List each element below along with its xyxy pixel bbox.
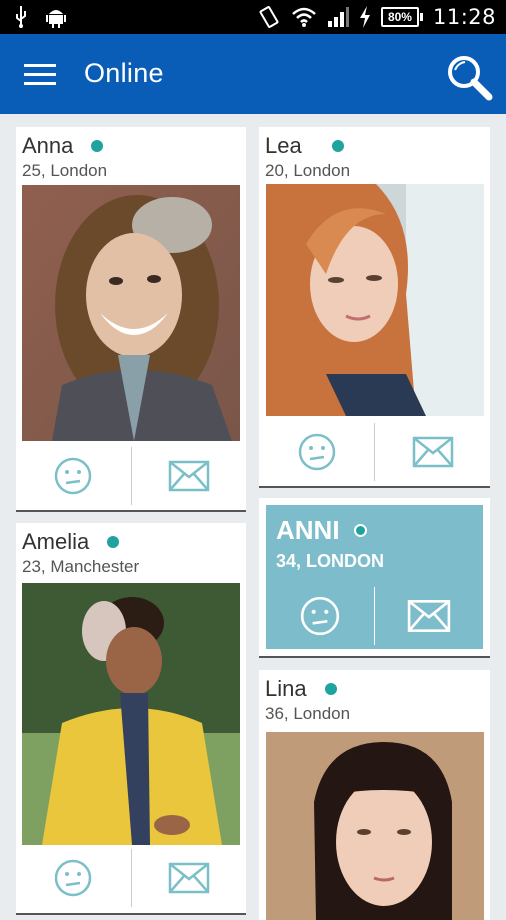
profile-info: 34, LONDON — [276, 551, 385, 571]
profile-name: Lea — [265, 133, 302, 158]
smiley-icon — [300, 596, 340, 636]
profile-photo[interactable] — [266, 732, 484, 920]
profile-photo[interactable] — [22, 185, 240, 441]
profile-actions — [16, 849, 246, 907]
profile-name-row: Lea — [265, 133, 344, 159]
message-button[interactable] — [375, 587, 483, 645]
smiley-icon — [298, 433, 335, 471]
signal-icon — [327, 7, 349, 27]
message-button[interactable] — [132, 447, 247, 505]
vibrate-icon — [259, 6, 279, 28]
profile-photo[interactable] — [22, 583, 240, 845]
clock: 11:28 — [432, 5, 496, 29]
profile-actions — [266, 587, 483, 645]
wink-button[interactable] — [16, 447, 131, 505]
profile-name-row: Anna — [22, 133, 104, 159]
charging-icon — [359, 6, 370, 28]
app-bar: Online — [0, 34, 506, 114]
profile-name: Lina — [265, 676, 307, 701]
profile-card-lina[interactable]: Lina 36, London — [259, 670, 490, 920]
android-icon — [46, 10, 66, 28]
profile-info: 23, Manchester — [22, 557, 140, 576]
envelope-icon — [407, 600, 451, 632]
profile-card-anna[interactable]: Anna 25, London — [16, 127, 246, 510]
profile-name: ANNI — [276, 515, 340, 545]
search-icon[interactable] — [444, 52, 494, 102]
page-title: Online — [84, 58, 164, 88]
online-indicator — [331, 140, 344, 152]
profile-actions — [259, 423, 490, 481]
profile-card-anni[interactable]: ANNI 34, LONDON — [259, 498, 490, 656]
wifi-icon — [292, 7, 316, 27]
smiley-icon — [55, 859, 92, 897]
status-bar: 80% 11:28 — [0, 0, 506, 34]
message-button[interactable] — [375, 423, 490, 481]
wink-button[interactable] — [16, 849, 131, 907]
online-indicator — [324, 683, 337, 695]
battery-level: 80% — [380, 7, 419, 27]
wink-button[interactable] — [266, 587, 374, 645]
menu-icon[interactable] — [24, 64, 56, 86]
profile-name-row: ANNI — [276, 515, 367, 546]
online-indicator — [107, 536, 120, 548]
envelope-icon — [412, 436, 453, 468]
wink-button[interactable] — [259, 423, 374, 481]
profile-name-row: Lina — [265, 676, 337, 702]
battery-indicator: 80% — [380, 7, 423, 27]
profile-photo[interactable] — [266, 184, 484, 416]
envelope-icon — [168, 862, 209, 894]
message-button[interactable] — [132, 849, 247, 907]
profile-info: 36, London — [265, 704, 351, 723]
profile-actions — [16, 447, 246, 505]
profile-name: Amelia — [22, 529, 90, 554]
profile-info: 20, London — [265, 161, 351, 180]
profile-card-amelia[interactable]: Amelia 23, Manchester — [16, 523, 246, 913]
smiley-icon — [55, 457, 92, 495]
profile-name: Anna — [22, 133, 74, 158]
highlight-panel: ANNI 34, LONDON — [266, 505, 483, 649]
online-indicator — [353, 524, 367, 537]
profile-name-row: Amelia — [22, 529, 120, 555]
usb-icon — [16, 6, 26, 28]
online-indicator — [91, 140, 104, 152]
profile-info: 25, London — [22, 161, 108, 180]
profile-card-lea[interactable]: Lea 20, London — [259, 127, 490, 486]
envelope-icon — [168, 460, 209, 492]
